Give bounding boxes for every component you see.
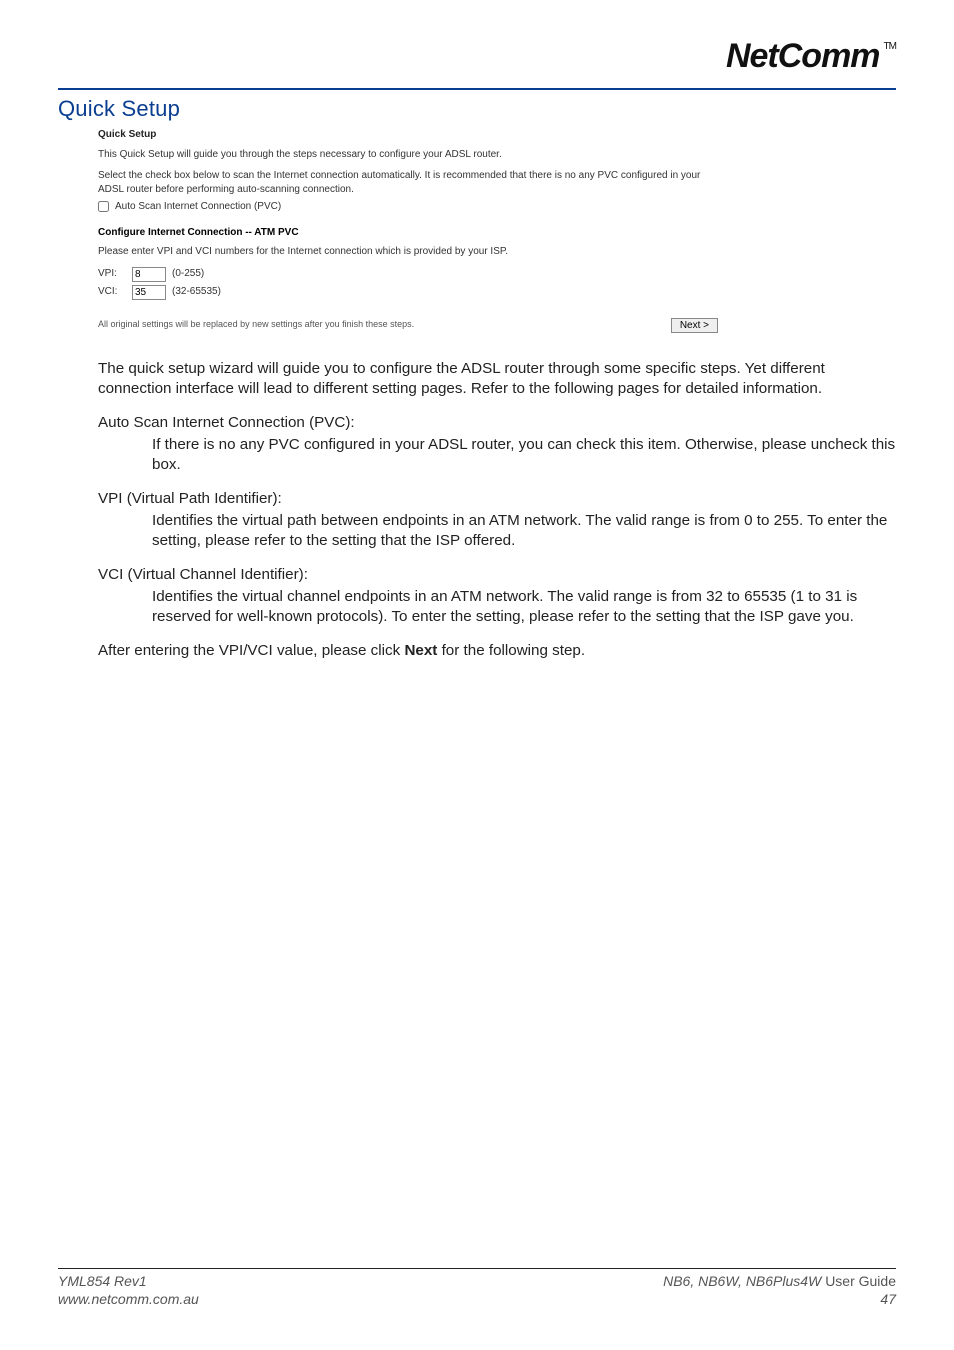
- ui-footer-text: All original settings will be replaced b…: [98, 319, 414, 330]
- vpi-row: VPI: (0-255): [98, 267, 718, 282]
- autoscan-checkbox[interactable]: [98, 201, 109, 212]
- logo-tm: TM: [884, 41, 896, 52]
- vpi-desc: Identifies the virtual path between endp…: [152, 511, 896, 551]
- header-rule: [58, 88, 896, 90]
- vpi-label: VPI:: [98, 267, 126, 281]
- configure-description: Please enter VPI and VCI numbers for the…: [98, 245, 718, 259]
- document-body: The quick setup wizard will guide you to…: [98, 359, 896, 662]
- footer-url: www.netcomm.com.au: [58, 1291, 199, 1307]
- footer-pageno: 47: [663, 1291, 896, 1309]
- section-title: Quick Setup: [58, 96, 896, 122]
- footer-rule: [58, 1268, 896, 1269]
- footer-right: NB6, NB6W, NB6Plus4W User Guide 47: [663, 1273, 896, 1308]
- after-paragraph: After entering the VPI/VCI value, please…: [98, 641, 896, 661]
- next-button[interactable]: Next >: [671, 318, 718, 333]
- footer-rev: YML854 Rev1: [58, 1273, 147, 1289]
- vci-label: VCI:: [98, 285, 126, 299]
- after-pre: After entering the VPI/VCI value, please…: [98, 642, 404, 659]
- vpi-head: VPI (Virtual Path Identifier):: [98, 489, 896, 509]
- ui-footer-row: All original settings will be replaced b…: [98, 318, 718, 333]
- configure-title: Configure Internet Connection -- ATM PVC: [98, 226, 718, 240]
- page-header: NetComm TM: [58, 30, 896, 82]
- logo-text: NetComm: [726, 37, 880, 76]
- autoscan-head: Auto Scan Internet Connection (PVC):: [98, 413, 896, 433]
- after-post: for the following step.: [437, 642, 585, 659]
- footer-userguide: User Guide: [825, 1273, 896, 1289]
- qs-title: Quick Setup: [98, 128, 718, 142]
- footer-left: YML854 Rev1 www.netcomm.com.au: [58, 1273, 199, 1308]
- vci-head: VCI (Virtual Channel Identifier):: [98, 565, 896, 585]
- autoscan-row: Auto Scan Internet Connection (PVC): [98, 200, 718, 214]
- autoscan-desc: If there is no any PVC configured in you…: [152, 435, 896, 475]
- vci-row: VCI: (32-65535): [98, 285, 718, 300]
- autoscan-label: Auto Scan Internet Connection (PVC): [115, 200, 281, 214]
- vpi-range: (0-255): [172, 267, 204, 281]
- qs-note: Select the check box below to scan the I…: [98, 169, 718, 196]
- vpi-input[interactable]: [132, 267, 166, 282]
- vci-input[interactable]: [132, 285, 166, 300]
- intro-paragraph: The quick setup wizard will guide you to…: [98, 359, 896, 399]
- netcomm-logo: NetComm TM: [726, 37, 896, 76]
- vci-range: (32-65535): [172, 285, 221, 299]
- after-bold: Next: [404, 642, 437, 659]
- vci-desc: Identifies the virtual channel endpoints…: [152, 587, 896, 627]
- page-footer: YML854 Rev1 www.netcomm.com.au NB6, NB6W…: [58, 1268, 896, 1308]
- qs-description: This Quick Setup will guide you through …: [98, 148, 718, 162]
- footer-models: NB6, NB6W, NB6Plus4W: [663, 1273, 825, 1289]
- router-ui-screenshot: Quick Setup This Quick Setup will guide …: [98, 128, 718, 333]
